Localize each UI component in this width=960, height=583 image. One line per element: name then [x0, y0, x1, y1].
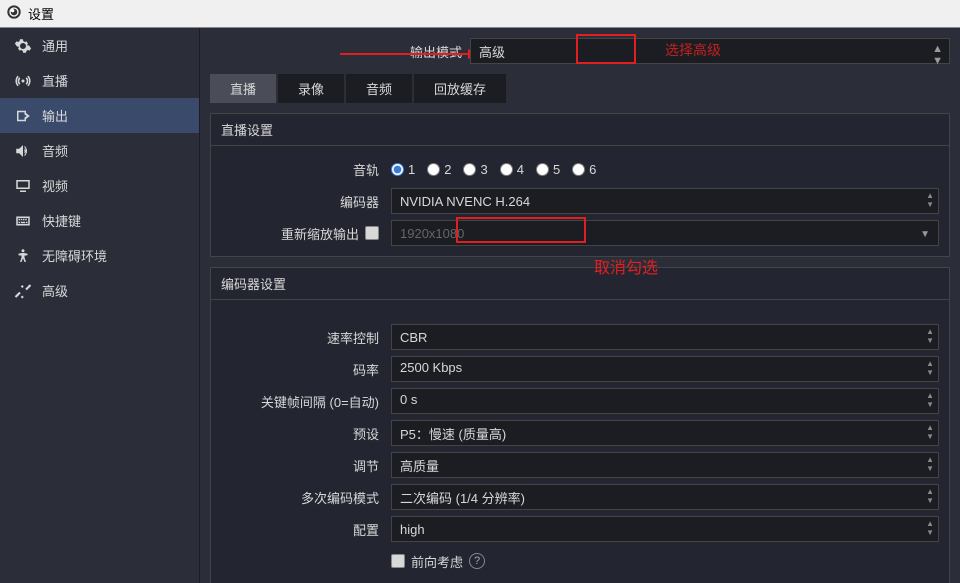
audio-track-6[interactable]: 6: [572, 162, 596, 177]
tab-recording[interactable]: 录像: [278, 74, 344, 103]
profile-label: 配置: [221, 520, 391, 539]
obs-icon: [6, 4, 22, 23]
sidebar-item-hotkeys[interactable]: 快捷键: [0, 203, 199, 238]
gear-icon: [14, 37, 32, 55]
output-icon: [14, 107, 32, 125]
multipass-label: 多次编码模式: [221, 488, 391, 507]
sidebar-item-video[interactable]: 视频: [0, 168, 199, 203]
panel-title: 直播设置: [211, 114, 949, 146]
updown-icon: ▲▼: [926, 359, 934, 377]
encoder-label: 编码器: [221, 192, 391, 211]
output-tabs: 直播 录像 音频 回放缓存: [200, 74, 960, 103]
updown-icon: ▲▼: [926, 191, 934, 209]
chevron-down-icon: ▼: [920, 229, 930, 240]
lookahead-label: 前向考虑: [411, 552, 463, 571]
window-title: 设置: [28, 4, 54, 23]
tuning-label: 调节: [221, 456, 391, 475]
sidebar-item-label: 通用: [42, 36, 68, 55]
annotation-arrow-icon: [340, 46, 480, 62]
audio-track-3[interactable]: 3: [463, 162, 487, 177]
monitor-icon: [14, 177, 32, 195]
audio-track-label: 音轨: [221, 160, 391, 179]
sidebar-item-label: 快捷键: [42, 211, 81, 230]
sidebar-item-accessibility[interactable]: 无障碍环境: [0, 238, 199, 273]
sidebar: 通用 直播 输出 音频 视频 快捷键 无障碍环境 高级: [0, 28, 200, 583]
sidebar-item-label: 无障碍环境: [42, 246, 107, 265]
annotation-text: 取消勾选: [594, 254, 658, 278]
audio-track-1[interactable]: 1: [391, 162, 415, 177]
antenna-icon: [14, 72, 32, 90]
sidebar-item-output[interactable]: 输出: [0, 98, 199, 133]
updown-icon: ▲▼: [926, 423, 934, 441]
encoder-settings-panel: 编码器设置 速率控制 CBR▲▼ 码率 2500 Kbps▲▼ 关键帧间隔 (0…: [210, 267, 950, 583]
audio-track-radios: 1 2 3 4 5 6: [391, 162, 939, 177]
updown-icon: ▲▼: [926, 455, 934, 473]
keyint-input[interactable]: 0 s▲▼: [391, 388, 939, 414]
output-mode-value: 高级: [479, 45, 505, 60]
rescale-label: 重新缩放输出: [281, 224, 359, 243]
speaker-icon: [14, 142, 32, 160]
sidebar-item-label: 视频: [42, 176, 68, 195]
annotation-text: 选择高级: [665, 40, 721, 60]
preset-select[interactable]: P5：慢速 (质量高)▲▼: [391, 420, 939, 446]
audio-track-2[interactable]: 2: [427, 162, 451, 177]
keyboard-icon: [14, 212, 32, 230]
rate-control-select[interactable]: CBR▲▼: [391, 324, 939, 350]
updown-icon: ▲▼: [926, 519, 934, 537]
audio-track-4[interactable]: 4: [500, 162, 524, 177]
sidebar-item-advanced[interactable]: 高级: [0, 273, 199, 308]
lookahead-checkbox[interactable]: [391, 554, 405, 568]
accessibility-icon: [14, 247, 32, 265]
panel-title: 编码器设置: [211, 268, 949, 300]
title-bar: 设置: [0, 0, 960, 28]
multipass-select[interactable]: 二次编码 (1/4 分辨率)▲▼: [391, 484, 939, 510]
updown-icon: ▲▼: [926, 487, 934, 505]
tab-replay[interactable]: 回放缓存: [414, 74, 506, 103]
sidebar-item-general[interactable]: 通用: [0, 28, 199, 63]
updown-icon: ▲▼: [926, 391, 934, 409]
keyint-label: 关键帧间隔 (0=自动): [221, 392, 391, 411]
tuning-select[interactable]: 高质量▲▼: [391, 452, 939, 478]
rescale-checkbox[interactable]: [365, 226, 379, 240]
streaming-settings-panel: 直播设置 音轨 1 2 3 4 5 6 编码器 NVIDIA NVENC H.2…: [210, 113, 950, 257]
tab-audio[interactable]: 音频: [346, 74, 412, 103]
bitrate-input[interactable]: 2500 Kbps▲▼: [391, 356, 939, 382]
sidebar-item-label: 高级: [42, 281, 68, 300]
encoder-select[interactable]: NVIDIA NVENC H.264▲▼: [391, 188, 939, 214]
sidebar-item-audio[interactable]: 音频: [0, 133, 199, 168]
tools-icon: [14, 282, 32, 300]
rescale-select[interactable]: 1920x1080▼: [391, 220, 939, 246]
sidebar-item-label: 音频: [42, 141, 68, 160]
profile-select[interactable]: high▲▼: [391, 516, 939, 542]
sidebar-item-label: 直播: [42, 71, 68, 90]
audio-track-5[interactable]: 5: [536, 162, 560, 177]
preset-label: 预设: [221, 424, 391, 443]
help-icon[interactable]: ?: [469, 553, 485, 569]
tab-streaming[interactable]: 直播: [210, 74, 276, 103]
updown-icon: ▲▼: [926, 327, 934, 345]
updown-icon: ▲▼: [932, 43, 943, 67]
main-panel: 输出模式 高级 ▲▼ 选择高级 直播 录像 音频 回放缓存 直播设置 音轨 1 …: [200, 28, 960, 583]
sidebar-item-label: 输出: [42, 106, 68, 125]
rate-control-label: 速率控制: [221, 328, 391, 347]
sidebar-item-stream[interactable]: 直播: [0, 63, 199, 98]
bitrate-label: 码率: [221, 360, 391, 379]
